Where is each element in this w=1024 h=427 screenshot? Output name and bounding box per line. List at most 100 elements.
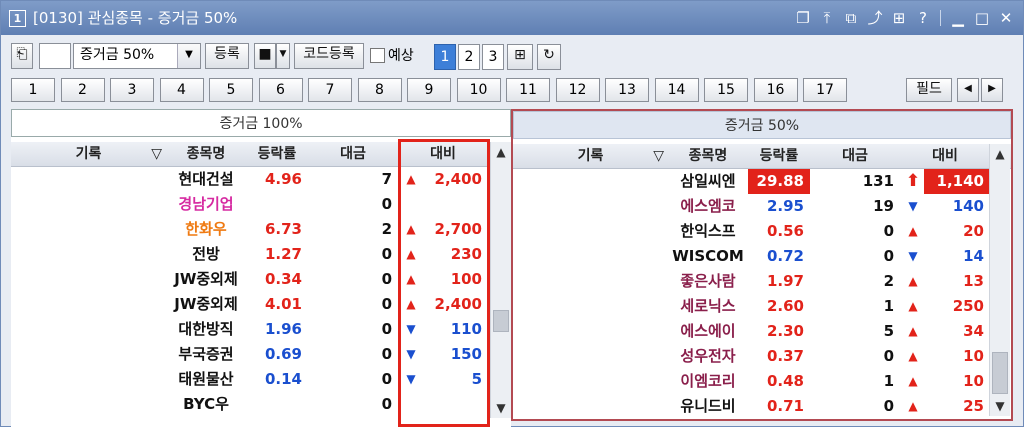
cell-record — [11, 242, 166, 267]
chevron-down-icon[interactable]: ▼ — [177, 44, 200, 68]
tab-1[interactable]: 1 — [11, 78, 55, 102]
up-arrow-icon: ▲ — [908, 374, 918, 388]
tab-6[interactable]: 6 — [258, 78, 303, 102]
tab-15[interactable]: 15 — [704, 78, 748, 102]
tab-12[interactable]: 12 — [555, 78, 600, 102]
header-diff[interactable]: 대비 — [900, 144, 990, 168]
tab-9[interactable]: 9 — [407, 78, 451, 102]
field-button[interactable]: 필드 — [906, 78, 952, 102]
page-button-2[interactable]: 2 — [458, 44, 480, 70]
code-register-button[interactable]: 코드등록 — [294, 43, 364, 69]
cell-diff: 14 — [963, 247, 984, 265]
page-button-1[interactable]: 1 — [434, 44, 456, 70]
cell-name: 한화우 — [185, 220, 227, 238]
copy-icon[interactable]: ⧉ — [842, 9, 860, 27]
chevron-down-icon-small[interactable]: ▼ — [276, 43, 290, 69]
filter-icon[interactable]: ▽ — [653, 144, 664, 168]
scroll-thumb[interactable] — [493, 310, 509, 332]
cell-name: 에스에이 — [680, 322, 736, 340]
cell-diff: 13 — [963, 272, 984, 290]
tab-16[interactable]: 16 — [753, 78, 798, 102]
predict-checkbox[interactable] — [370, 48, 385, 63]
app-window: 1 [0130] 관심종목 - 증거금 50% ❐ ⤒ ⧉ ⤴ ⊞ ? ▁ □ … — [0, 0, 1024, 427]
cell-record — [513, 344, 668, 369]
cell-name: 삼일씨엔 — [680, 172, 736, 190]
tab-2[interactable]: 2 — [60, 78, 105, 102]
cell-name: 유니드비 — [680, 397, 736, 415]
header-volume[interactable]: 대금 — [810, 144, 900, 168]
scroll-down-icon[interactable]: ▼ — [491, 398, 511, 418]
table-row[interactable]: 이엠코리 0.48 1 ▲ 10 — [513, 369, 1011, 394]
cell-volume: 2 — [883, 272, 894, 290]
left-scrollbar[interactable]: ▲ ▼ — [490, 142, 511, 418]
scroll-up-icon[interactable]: ▲ — [990, 144, 1010, 164]
table-row[interactable]: 유니드비 0.71 0 ▲ 25 — [513, 394, 1011, 419]
help-icon[interactable]: ? — [914, 9, 932, 27]
window-icon[interactable]: ❐ — [794, 9, 812, 27]
table-row[interactable]: 에스엠코 2.95 19 ▼ 140 — [513, 194, 1011, 219]
cell-rate: 4.96 — [264, 170, 302, 188]
square-icon[interactable]: ■ — [254, 43, 276, 69]
close-icon[interactable]: ✕ — [997, 9, 1015, 27]
header-record[interactable]: 기록 ▽ — [513, 144, 668, 168]
tab-14[interactable]: 14 — [654, 78, 699, 102]
right-panel-title: 증거금 50% — [513, 111, 1011, 139]
page-button-3[interactable]: 3 — [482, 44, 504, 70]
tab-13[interactable]: 13 — [605, 78, 649, 102]
tab-10[interactable]: 10 — [456, 78, 501, 102]
tab-11[interactable]: 11 — [506, 78, 550, 102]
cell-record — [11, 217, 166, 242]
register-button[interactable]: 등록 — [205, 43, 249, 69]
header-volume[interactable]: 대금 — [308, 142, 398, 166]
cell-diff: 10 — [963, 347, 984, 365]
cell-rate: 0.34 — [264, 270, 302, 288]
table-row[interactable]: 한익스프 0.56 0 ▲ 20 — [513, 219, 1011, 244]
header-rate[interactable]: 등락률 — [748, 144, 810, 168]
table-row[interactable]: 좋은사람 1.97 2 ▲ 13 — [513, 269, 1011, 294]
layout-icon[interactable]: ⎗ — [11, 43, 33, 69]
header-name[interactable]: 종목명 — [166, 142, 246, 166]
tab-3[interactable]: 3 — [110, 78, 154, 102]
table-row[interactable]: 성우전자 0.37 0 ▲ 10 — [513, 344, 1011, 369]
filter-icon[interactable]: ▽ — [151, 142, 162, 166]
cell-name: 경남기업 — [178, 195, 234, 213]
tab-4[interactable]: 4 — [159, 78, 204, 102]
header-name[interactable]: 종목명 — [668, 144, 748, 168]
cell-rate: 2.30 — [766, 322, 804, 340]
refresh-icon[interactable]: ↻ — [537, 44, 561, 70]
tab-next-icon[interactable]: ▶ — [981, 78, 1003, 102]
cell-rate: 0.72 — [766, 247, 804, 265]
table-row[interactable]: WISCOM 0.72 0 ▼ 14 — [513, 244, 1011, 269]
group-select[interactable]: 증거금 50% ▼ — [73, 43, 201, 69]
right-watchlist-panel: 증거금 50% 기록 ▽ 종목명 등락률 대금 대비 삼일씨엔 29.88 131 ⬆… — [511, 109, 1013, 421]
tab-prev-icon[interactable]: ◀ — [957, 78, 979, 102]
scroll-thumb[interactable] — [992, 352, 1008, 394]
cell-volume: 0 — [381, 320, 392, 338]
cell-rate: 29.88 — [748, 169, 810, 194]
tab-5[interactable]: 5 — [209, 78, 253, 102]
maximize-icon[interactable]: □ — [973, 9, 991, 27]
header-rate[interactable]: 등락률 — [246, 142, 308, 166]
cell-diff: 1,140 — [924, 169, 990, 194]
tab-8[interactable]: 8 — [357, 78, 402, 102]
minimize-icon[interactable]: ▁ — [949, 9, 967, 27]
cell-diff: 25 — [963, 397, 984, 415]
header-record-label: 기록 — [75, 146, 102, 162]
tab-17[interactable]: 17 — [803, 78, 847, 102]
header-record[interactable]: 기록 ▽ — [11, 142, 166, 166]
table-row[interactable]: 에스에이 2.30 5 ▲ 34 — [513, 319, 1011, 344]
grid-icon[interactable]: ⊞ — [890, 9, 908, 27]
cell-rate: 0.48 — [766, 372, 804, 390]
table-row[interactable]: 세로닉스 2.60 1 ▲ 250 — [513, 294, 1011, 319]
upload-icon[interactable]: ⤴ — [866, 9, 884, 27]
title-bar[interactable]: 1 [0130] 관심종목 - 증거금 50% ❐ ⤒ ⧉ ⤴ ⊞ ? ▁ □ … — [1, 1, 1023, 35]
scroll-down-icon[interactable]: ▼ — [990, 396, 1010, 416]
tab-7[interactable]: 7 — [308, 78, 352, 102]
pin-icon[interactable]: ⤒ — [818, 9, 836, 27]
table-row[interactable]: 삼일씨엔 29.88 131 ⬆ 1,140 — [513, 169, 1011, 194]
scroll-up-icon[interactable]: ▲ — [491, 142, 511, 162]
add-column-icon[interactable]: ⊞ — [507, 44, 533, 70]
cell-name: 현대건설 — [178, 170, 234, 188]
code-input[interactable] — [39, 43, 71, 69]
right-scrollbar[interactable]: ▲ ▼ — [989, 144, 1010, 416]
